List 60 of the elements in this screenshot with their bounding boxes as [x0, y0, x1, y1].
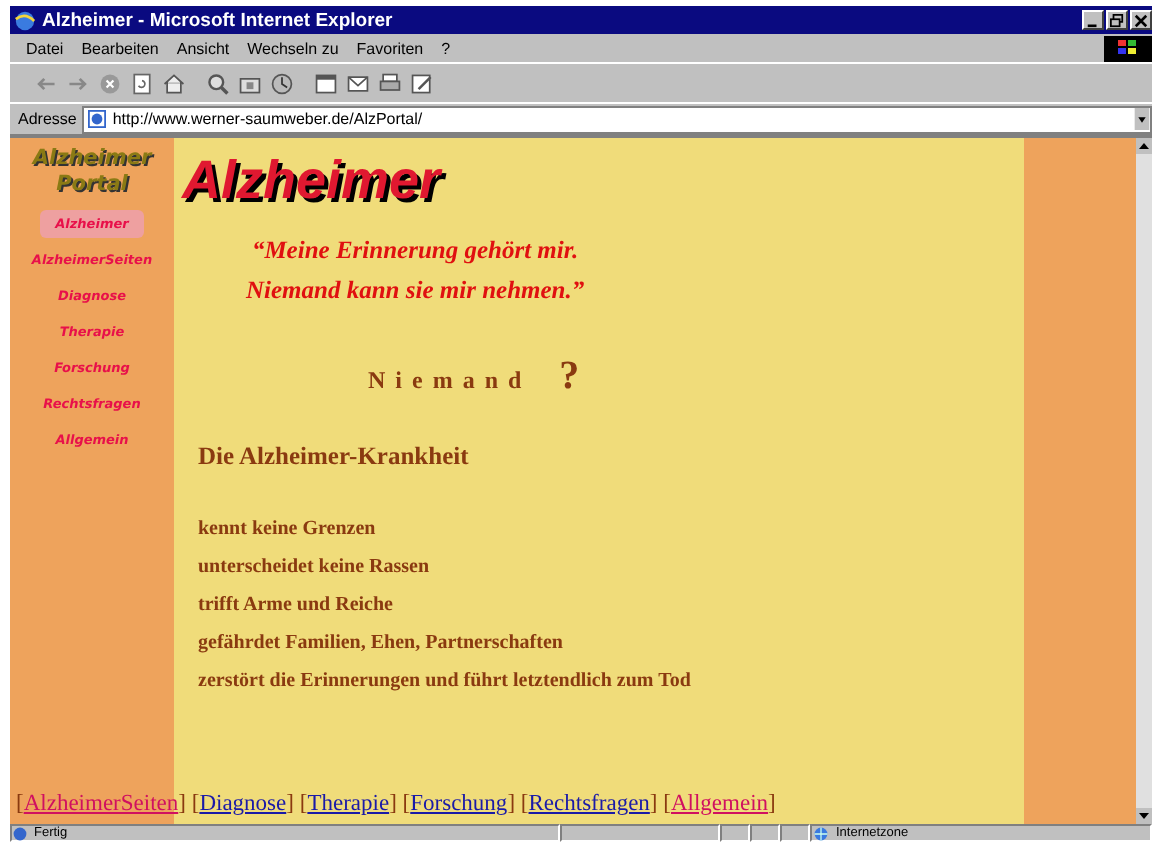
refresh-icon[interactable]	[130, 71, 154, 95]
print-icon[interactable]	[378, 71, 402, 95]
search-icon[interactable]	[206, 71, 230, 95]
fact-text: gefährdet Familien, Ehen, Partnerschaften	[198, 630, 565, 656]
bracket-text: ]	[507, 792, 516, 816]
question-word: Niemand	[368, 366, 532, 396]
quote-text: “Meine Erinnerung gehört mir. Niemand kann sie mir nehmen.”	[243, 234, 585, 308]
bracket-text: [	[16, 792, 24, 816]
bracket-text: [	[520, 792, 529, 816]
minimize-button[interactable]	[1082, 10, 1104, 30]
portal-logo: Alzheimer Portal	[32, 146, 152, 198]
globe-icon	[812, 825, 830, 841]
browser-logo-icon	[14, 9, 36, 31]
status-panel	[750, 824, 780, 842]
fullscreen-icon[interactable]	[314, 71, 338, 95]
bracket-text: [	[191, 792, 200, 816]
fact-text: zerstört die Erinnerungen und führt letztendlich zum Tod	[198, 668, 693, 694]
menu-item[interactable]: Ansicht	[176, 39, 230, 57]
menu-item[interactable]: Wechseln zu	[247, 39, 339, 57]
footer-link[interactable]: Diagnose	[199, 792, 287, 816]
maximize-button[interactable]	[1106, 10, 1128, 30]
page-heading: Alzheimer	[182, 150, 441, 210]
close-button[interactable]	[1130, 10, 1152, 30]
bracket-text: [	[663, 792, 671, 816]
menu-item[interactable]: ?	[441, 39, 451, 57]
scroll-up-icon[interactable]	[1136, 138, 1152, 154]
menu-item[interactable]: Favoriten	[356, 39, 424, 57]
page-icon	[12, 825, 28, 841]
fact-text: kennt keine Grenzen	[198, 516, 378, 542]
address-label: Adresse	[18, 110, 77, 128]
windows-logo-icon	[1104, 35, 1152, 61]
bracket-text: ]	[649, 792, 658, 816]
stop-icon[interactable]	[98, 71, 122, 95]
scroll-down-icon[interactable]	[1136, 808, 1152, 824]
footer-link[interactable]: Allgemein	[670, 792, 769, 816]
section-heading: Die Alzheimer-Krankheit	[198, 440, 471, 472]
footer-link[interactable]: Forschung	[410, 792, 508, 816]
address-field[interactable]: http://www.werner-saumweber.de/AlzPortal/	[82, 105, 1152, 133]
restore-icon	[1110, 13, 1124, 27]
fact-text: unterscheidet keine Rassen	[198, 554, 432, 580]
menu-item[interactable]: Bearbeiten	[81, 39, 159, 57]
bracket-text: [	[402, 792, 411, 816]
footer-link[interactable]: Rechtsfragen	[528, 792, 650, 816]
fact-text: trifft Arme und Reiche	[198, 592, 395, 618]
window-title: Alzheimer - Microsoft Internet Explorer	[42, 9, 393, 31]
vertical-scrollbar[interactable]	[1136, 138, 1152, 824]
bracket-text: ]	[178, 792, 186, 816]
edit-icon[interactable]	[410, 71, 434, 95]
mail-icon[interactable]	[346, 71, 370, 95]
home-icon[interactable]	[162, 71, 186, 95]
close-icon	[1134, 13, 1148, 27]
menu-item[interactable]: Datei	[26, 39, 64, 57]
bracket-text: ]	[768, 792, 776, 816]
footer-link[interactable]: Therapie	[307, 792, 390, 816]
bracket-text: ]	[389, 792, 397, 816]
history-icon[interactable]	[270, 71, 294, 95]
bracket-text: ]	[286, 792, 294, 816]
question-mark: ?	[559, 354, 580, 400]
page-icon	[88, 110, 107, 128]
bracket-text: [	[299, 792, 308, 816]
